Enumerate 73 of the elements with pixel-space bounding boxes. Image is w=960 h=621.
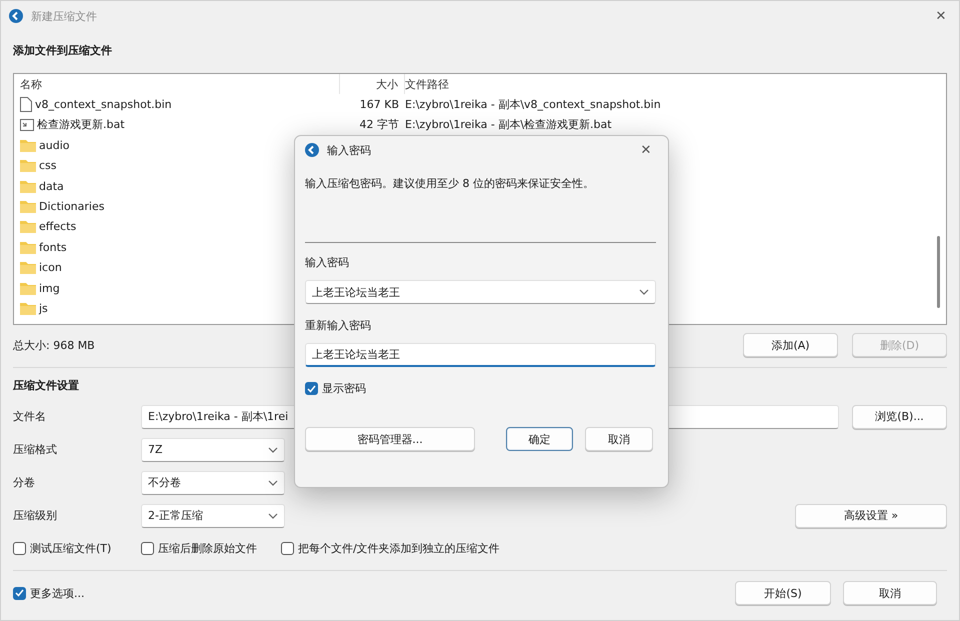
folder-icon (20, 180, 36, 193)
password-dropdown[interactable]: 上老王论坛当老王 (305, 280, 656, 304)
file-size: 42 字节 (358, 117, 400, 132)
checkbox-label: 更多选项... (30, 586, 84, 600)
field-label: 输入密码 (305, 255, 349, 270)
file-path: E:\zybro\1reika - 副本\检查游戏更新.bat (405, 117, 613, 132)
close-button[interactable]: ✕ (636, 142, 656, 158)
checkbox-label: 显示密码 (322, 381, 366, 396)
column-header[interactable]: 名称 (20, 74, 340, 94)
checkbox-label: 测试压缩文件(T) (30, 540, 112, 556)
dialog-description: 输入压缩包密码。建议使用至少 8 位的密码来保证安全性。 (305, 177, 594, 190)
checkbox-label: 压缩后删除原始文件 (158, 540, 257, 556)
folder-icon (20, 261, 36, 274)
app-icon (9, 9, 23, 23)
file-name[interactable]: img (39, 282, 60, 295)
file-name[interactable]: 检查游戏更新.bat (37, 117, 125, 132)
dialog-button[interactable]: 密码管理器... (305, 427, 475, 451)
file-name[interactable]: fonts (39, 240, 67, 254)
file-name[interactable]: icon (39, 261, 62, 274)
password-confirm-field[interactable]: 上老王论坛当老王 (305, 343, 656, 367)
file-size: 167 KB (358, 98, 400, 112)
scrollbar-thumb[interactable] (937, 236, 940, 308)
dropdown[interactable]: 不分卷 (141, 470, 285, 494)
start-button[interactable]: 开始(S) (735, 581, 831, 605)
total-size: 总大小: 968 MB (13, 338, 95, 352)
dialog-button[interactable]: 确定 (506, 427, 573, 451)
field-label: 分卷 (13, 475, 36, 490)
file-icon (20, 97, 32, 112)
list-button[interactable]: 添加(A) (743, 333, 838, 357)
field-label: 压缩级别 (13, 508, 58, 523)
checkbox[interactable] (281, 542, 294, 554)
chevron-down-icon (268, 446, 278, 452)
column-header[interactable]: 大小 (340, 74, 405, 94)
chevron-down-icon (268, 480, 278, 486)
field-label: 文件名 (13, 409, 47, 424)
folder-icon (20, 302, 36, 315)
checkbox[interactable] (13, 586, 26, 600)
close-button[interactable]: ✕ (931, 8, 951, 24)
checkbox[interactable] (141, 542, 154, 554)
file-name[interactable]: audio (39, 138, 70, 152)
section-title: 添加文件到压缩文件 (13, 42, 112, 58)
field-label: 重新输入密码 (305, 318, 371, 333)
browse-button[interactable]: 浏览(B)... (852, 404, 947, 428)
folder-icon (20, 159, 36, 172)
file-name[interactable]: js (39, 302, 48, 315)
chevron-down-icon (268, 512, 278, 518)
folder-icon (20, 240, 36, 254)
dropdown[interactable]: 2-正常压缩 (141, 504, 285, 528)
chevron-down-icon (639, 289, 649, 295)
dialog-button[interactable]: 取消 (585, 427, 653, 451)
file-name[interactable]: v8_context_snapshot.bin (35, 98, 172, 112)
section-title: 压缩文件设置 (13, 378, 79, 392)
file-name[interactable]: data (39, 180, 64, 193)
script-file-icon (20, 118, 34, 132)
folder-icon (20, 200, 36, 214)
dropdown[interactable]: 7Z (141, 438, 285, 462)
window-title: 新建压缩文件 (31, 8, 98, 24)
cancel-button[interactable]: 取消 (843, 581, 937, 605)
file-name[interactable]: Dictionaries (39, 200, 104, 214)
checkbox-label: 把每个文件/文件夹添加到独立的压缩文件 (298, 540, 500, 556)
checkbox[interactable] (305, 382, 318, 395)
column-header[interactable]: 文件路径 (405, 74, 932, 94)
folder-icon (20, 282, 36, 295)
dialog-title: 输入密码 (327, 142, 371, 158)
app-icon (305, 143, 319, 157)
folder-icon (20, 138, 36, 152)
file-name[interactable]: effects (39, 220, 76, 234)
checkbox[interactable] (13, 542, 26, 554)
file-path: E:\zybro\1reika - 副本\v8_context_snapshot.bin (405, 97, 662, 112)
advanced-settings-button[interactable]: 高级设置 » (795, 504, 947, 528)
file-name[interactable]: css (39, 159, 57, 172)
folder-icon (20, 220, 36, 234)
field-label: 压缩格式 (13, 442, 58, 457)
